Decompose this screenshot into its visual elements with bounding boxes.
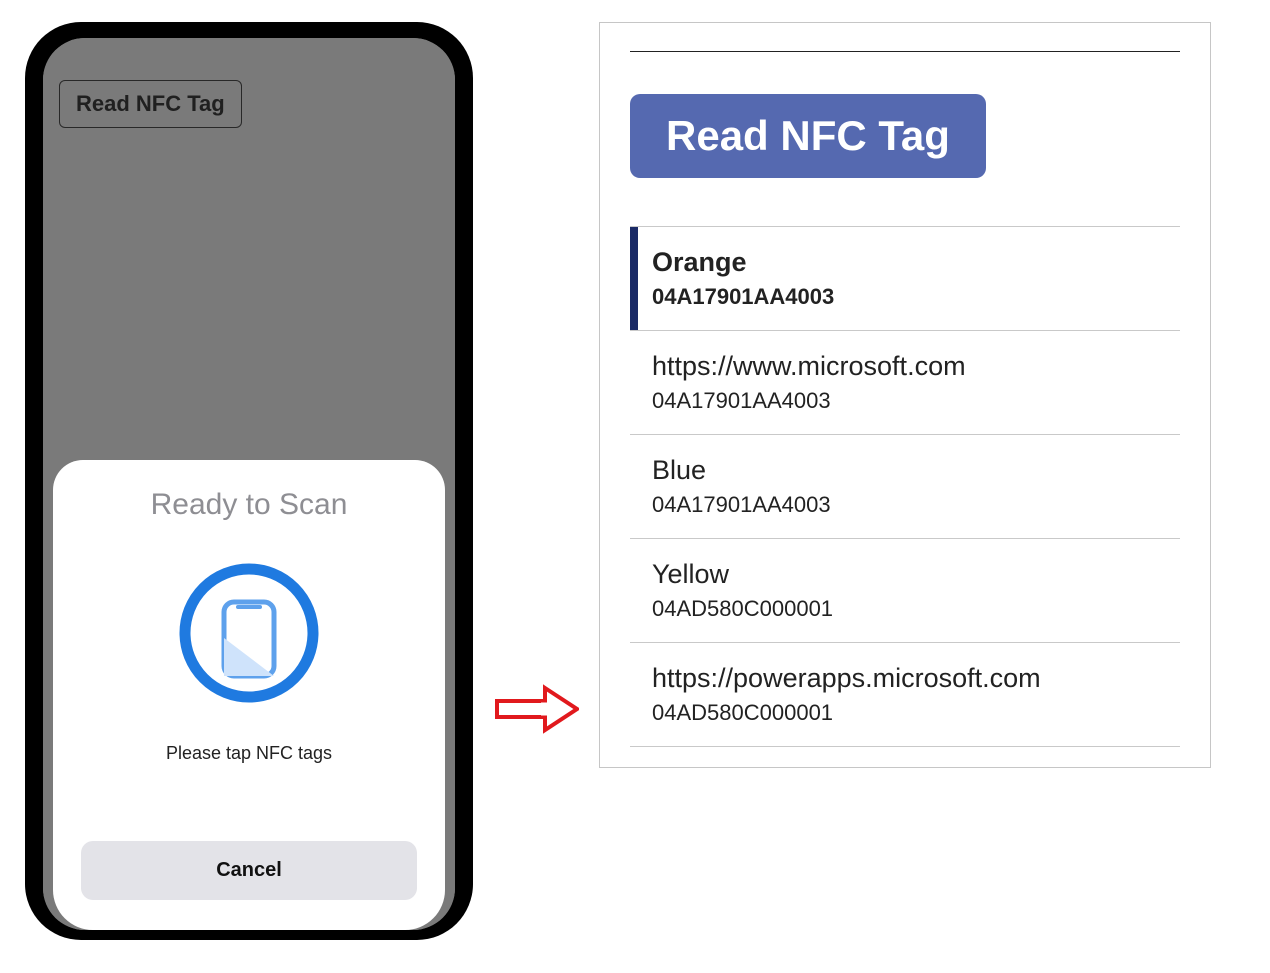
list-item-title: Blue (652, 455, 1180, 486)
list-item[interactable]: https://www.microsoft.com 04A17901AA4003 (630, 331, 1180, 435)
read-nfc-tag-button[interactable]: Read NFC Tag (630, 94, 986, 178)
panel-divider (630, 51, 1180, 52)
list-item[interactable]: Orange 04A17901AA4003 (630, 226, 1180, 331)
list-item-code: 04AD580C000001 (652, 700, 1180, 726)
list-item[interactable]: https://powerapps.microsoft.com 04AD580C0… (630, 643, 1180, 747)
list-item-title: https://www.microsoft.com (652, 351, 1180, 382)
list-item-title: Yellow (652, 559, 1180, 590)
phone-mock: Read NFC Tag Ready to Scan Please tap NF… (25, 22, 473, 940)
phone-screen: Read NFC Tag Ready to Scan Please tap NF… (43, 38, 455, 930)
list-item[interactable]: Yellow 04AD580C000001 (630, 539, 1180, 643)
list-item-code: 04AD580C000001 (652, 596, 1180, 622)
scan-sheet: Ready to Scan Please tap NFC tags Cancel (53, 460, 445, 930)
sheet-title: Ready to Scan (151, 488, 348, 522)
list-item[interactable]: Blue 04A17901AA4003 (630, 435, 1180, 539)
results-list: Orange04A17901AA4003https://www.microsof… (630, 226, 1180, 747)
results-panel: Read NFC Tag Orange04A17901AA4003https:/… (599, 22, 1211, 768)
nfc-scan-icon (174, 558, 324, 713)
list-item-code: 04A17901AA4003 (652, 492, 1180, 518)
list-item-title: https://powerapps.microsoft.com (652, 663, 1180, 694)
sheet-subtitle: Please tap NFC tags (166, 743, 332, 764)
list-item-title: Orange (652, 247, 1180, 278)
list-item-code: 04A17901AA4003 (652, 388, 1180, 414)
list-item-code: 04A17901AA4003 (652, 284, 1180, 310)
arrow-right-icon (493, 684, 579, 739)
cancel-button[interactable]: Cancel (81, 841, 417, 900)
